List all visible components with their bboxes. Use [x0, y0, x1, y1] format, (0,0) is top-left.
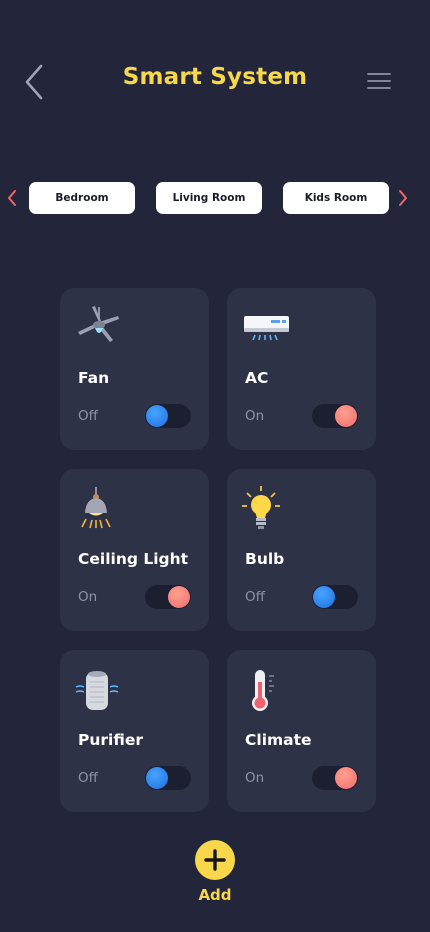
toggle-knob — [313, 586, 335, 608]
device-card-climate[interactable]: Climate On — [227, 650, 376, 812]
plus-icon — [204, 849, 226, 871]
thermometer-icon — [252, 670, 274, 711]
add-label: Add — [198, 886, 232, 904]
toggle-knob — [335, 767, 357, 789]
toggle-knob — [146, 767, 168, 789]
menu-button[interactable] — [366, 70, 392, 92]
device-status: Off — [78, 408, 98, 424]
rooms-next-button[interactable] — [395, 184, 411, 212]
power-toggle[interactable] — [145, 766, 191, 790]
chevron-right-icon — [399, 190, 407, 206]
add-device-button[interactable] — [195, 840, 235, 880]
device-card-purifier[interactable]: Purifier Off — [60, 650, 209, 812]
device-status: On — [245, 770, 265, 786]
tab-kids-room[interactable]: Kids Room — [283, 182, 389, 214]
tab-bedroom[interactable]: Bedroom — [29, 182, 135, 214]
ceiling-fan-icon — [78, 306, 119, 342]
device-status: Off — [78, 770, 98, 786]
power-toggle[interactable] — [312, 766, 358, 790]
air-purifier-icon — [75, 671, 119, 710]
device-card-ac[interactable]: AC On — [227, 288, 376, 450]
light-bulb-icon — [242, 486, 280, 529]
power-toggle[interactable] — [145, 585, 191, 609]
toggle-knob — [146, 405, 168, 427]
device-name: Fan — [78, 369, 110, 387]
ceiling-lamp-icon — [81, 487, 111, 529]
hamburger-menu-icon — [367, 73, 391, 89]
power-toggle[interactable] — [145, 404, 191, 428]
device-name: Purifier — [78, 731, 143, 749]
chevron-left-icon — [8, 190, 16, 206]
device-status: On — [78, 589, 98, 605]
toggle-knob — [168, 586, 190, 608]
power-toggle[interactable] — [312, 585, 358, 609]
device-status: Off — [245, 589, 265, 605]
air-conditioner-icon — [244, 316, 289, 341]
tab-living-room[interactable]: Living Room — [156, 182, 262, 214]
device-name: Ceiling Light — [78, 550, 189, 568]
device-card-bulb[interactable]: Bulb Off — [227, 469, 376, 631]
device-card-fan[interactable]: Fan Off — [60, 288, 209, 450]
toggle-knob — [335, 405, 357, 427]
device-card-ceiling-light[interactable]: Ceiling Light On — [60, 469, 209, 631]
device-name: AC — [245, 369, 269, 387]
device-status: On — [245, 408, 265, 424]
rooms-prev-button[interactable] — [4, 184, 20, 212]
power-toggle[interactable] — [312, 404, 358, 428]
device-name: Bulb — [245, 550, 285, 568]
device-name: Climate — [245, 731, 312, 749]
